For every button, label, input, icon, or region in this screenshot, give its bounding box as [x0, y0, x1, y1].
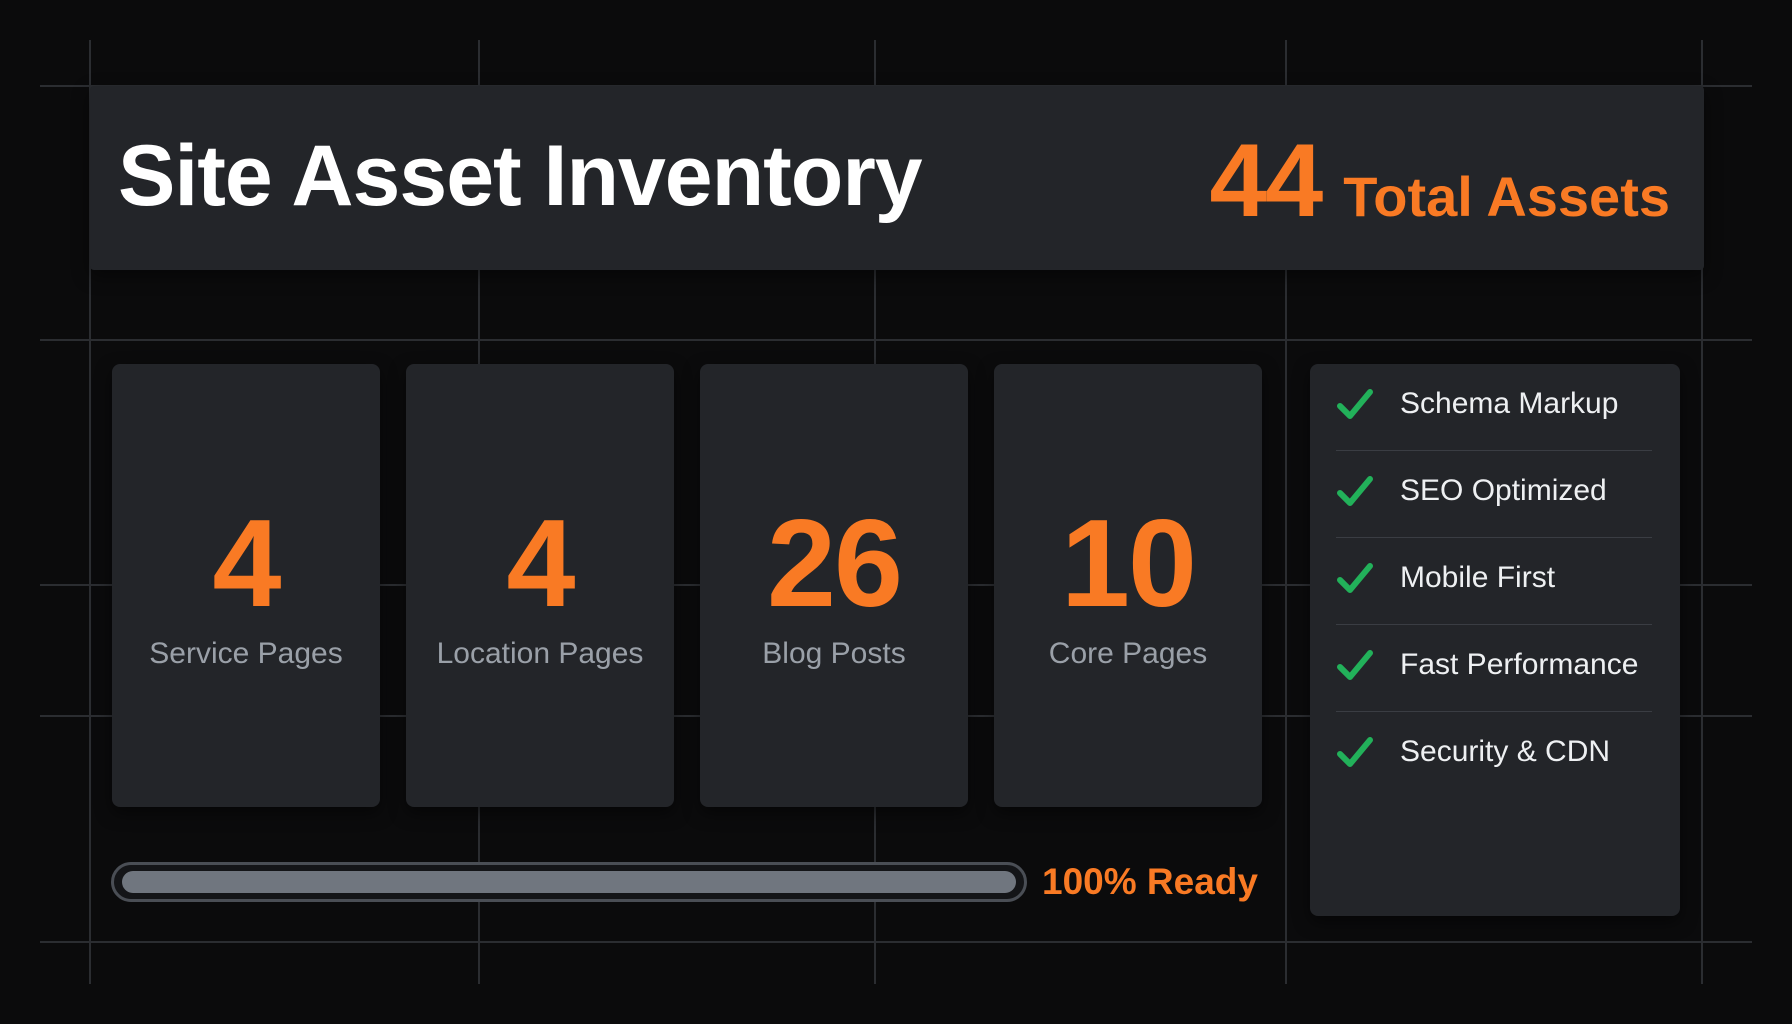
page-title: Site Asset Inventory	[118, 128, 923, 224]
total-assets-label: Total Assets	[1343, 165, 1670, 228]
stat-label: Blog Posts	[762, 637, 906, 670]
checklist-item-seo-optimized: SEO Optimized	[1336, 451, 1652, 538]
stat-label: Core Pages	[1048, 637, 1208, 670]
stat-card-service-pages: 4 Service Pages	[112, 364, 380, 807]
progress-fill	[122, 871, 1016, 893]
check-icon	[1337, 389, 1373, 419]
header-panel: Site Asset Inventory 44 Total Assets	[90, 86, 1704, 270]
checklist-item-schema-markup: Schema Markup	[1336, 364, 1652, 451]
stat-value: 10	[1061, 495, 1197, 633]
check-icon	[1337, 737, 1373, 767]
check-icon	[1337, 650, 1373, 680]
readiness-progress-bar	[111, 862, 1027, 902]
check-icon	[1337, 563, 1373, 593]
stat-label: Location Pages	[436, 637, 644, 670]
stat-value: 4	[212, 495, 282, 633]
checklist-item-label: SEO Optimized	[1400, 474, 1607, 507]
checklist-item-label: Security & CDN	[1400, 735, 1611, 768]
checklist-item-label: Fast Performance	[1400, 648, 1639, 681]
checklist-item-label: Schema Markup	[1400, 387, 1619, 420]
dashboard-canvas: Site Asset Inventory 44 Total Assets 4 S…	[0, 0, 1792, 1024]
checklist-item-fast-performance: Fast Performance	[1336, 625, 1652, 712]
readiness-label: 100% Ready	[1042, 861, 1258, 902]
stat-value: 26	[767, 495, 903, 633]
check-icon	[1337, 476, 1373, 506]
stat-label: Service Pages	[149, 637, 343, 670]
stat-card-blog-posts: 26 Blog Posts	[700, 364, 968, 807]
total-assets-summary: 44 Total Assets	[1210, 126, 1670, 236]
stat-card-core-pages: 10 Core Pages	[994, 364, 1262, 807]
checklist-item-label: Mobile First	[1400, 561, 1556, 594]
stat-value: 4	[506, 495, 576, 633]
stat-card-location-pages: 4 Location Pages	[406, 364, 674, 807]
total-assets-count: 44	[1209, 123, 1324, 239]
checklist-item-security-cdn: Security & CDN	[1336, 712, 1652, 799]
feature-checklist: Schema Markup SEO Optimized Mobile First…	[1310, 364, 1680, 916]
checklist-item-mobile-first: Mobile First	[1336, 538, 1652, 625]
